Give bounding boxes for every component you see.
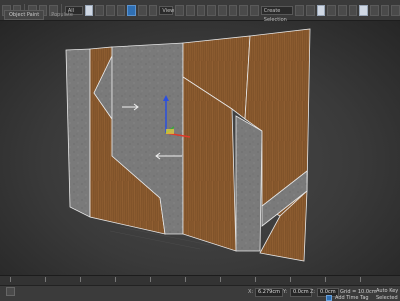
ruler-tick	[325, 277, 326, 282]
curve-editor-icon[interactable]	[338, 4, 347, 16]
material-editor-icon[interactable]	[359, 4, 369, 16]
ruler-tick	[185, 277, 186, 282]
add-time-tag-label[interactable]: Add Time Tag	[335, 295, 369, 301]
ruler-tick	[290, 277, 291, 282]
tab-object-paint[interactable]: Object Paint	[4, 10, 45, 20]
align-icon[interactable]	[306, 4, 315, 16]
edit-named-selection-icon[interactable]	[250, 4, 259, 16]
ruler-tick	[150, 277, 151, 282]
ruler-tick	[45, 277, 46, 282]
percent-snap-icon[interactable]	[228, 4, 238, 16]
rendered-frame-window-icon[interactable]	[380, 4, 390, 16]
lock-selection-icon[interactable]	[6, 287, 15, 296]
select-by-name-icon[interactable]	[95, 4, 105, 16]
y-coord-label: Y:	[283, 289, 288, 295]
add-time-tag-icon[interactable]	[326, 295, 332, 301]
wall-panel-model[interactable]	[65, 28, 311, 262]
spinner-snap-icon[interactable]	[239, 4, 249, 16]
concrete-panel-right[interactable]	[235, 115, 263, 252]
angle-snap-icon[interactable]	[218, 4, 227, 16]
render-production-icon[interactable]	[391, 4, 400, 16]
named-selection-set-dropdown[interactable]: Create Selection Se	[260, 5, 294, 32]
reference-coordinate-dropdown[interactable]: View	[159, 5, 174, 15]
viewport-scene	[65, 28, 311, 262]
status-bar: X: 6.279cm Y: 0.0cm Z: 0.0cm Grid = 10.0…	[0, 285, 400, 301]
select-scale-icon[interactable]	[148, 4, 158, 16]
window-crossing-icon[interactable]	[116, 4, 126, 16]
x-coord-field[interactable]: 6.279cm	[255, 288, 283, 297]
select-manipulate-icon[interactable]	[186, 4, 195, 16]
rectangular-selection-icon[interactable]	[106, 4, 115, 16]
keyboard-shortcut-override-icon[interactable]	[196, 4, 206, 16]
ruler-tick	[220, 277, 221, 282]
mirror-icon[interactable]	[295, 4, 305, 16]
z-coord-label: Z:	[310, 289, 316, 295]
ruler-tick	[115, 277, 116, 282]
ruler-tick	[360, 277, 361, 282]
ruler-tick	[255, 277, 256, 282]
snaps-toggle-icon[interactable]	[207, 4, 217, 16]
select-move-icon[interactable]	[127, 4, 137, 16]
y-coord-field[interactable]: 0.0cm	[290, 288, 312, 297]
pivot-center-icon[interactable]	[175, 4, 185, 16]
ribbon-tabs: Object Paint Populate	[0, 10, 78, 21]
schematic-view-icon[interactable]	[348, 4, 358, 16]
ruler-tick	[10, 277, 11, 282]
x-coord-label: X:	[248, 289, 254, 295]
select-rotate-icon[interactable]	[138, 4, 147, 16]
tab-populate[interactable]: Populate	[46, 10, 78, 20]
concrete-panel-left[interactable]	[65, 48, 91, 218]
selected-label[interactable]: Selected	[376, 295, 398, 301]
toggle-scene-explorer-icon[interactable]	[316, 4, 326, 16]
perspective-viewport[interactable]	[0, 21, 400, 275]
ruler-tick	[80, 277, 81, 282]
render-setup-icon[interactable]	[370, 4, 379, 16]
auto-key-label[interactable]: Auto Key	[376, 288, 398, 294]
select-object-icon[interactable]	[84, 4, 94, 16]
toggle-layer-explorer-icon[interactable]	[327, 4, 337, 16]
gizmo-plane-handle[interactable]	[166, 129, 174, 134]
